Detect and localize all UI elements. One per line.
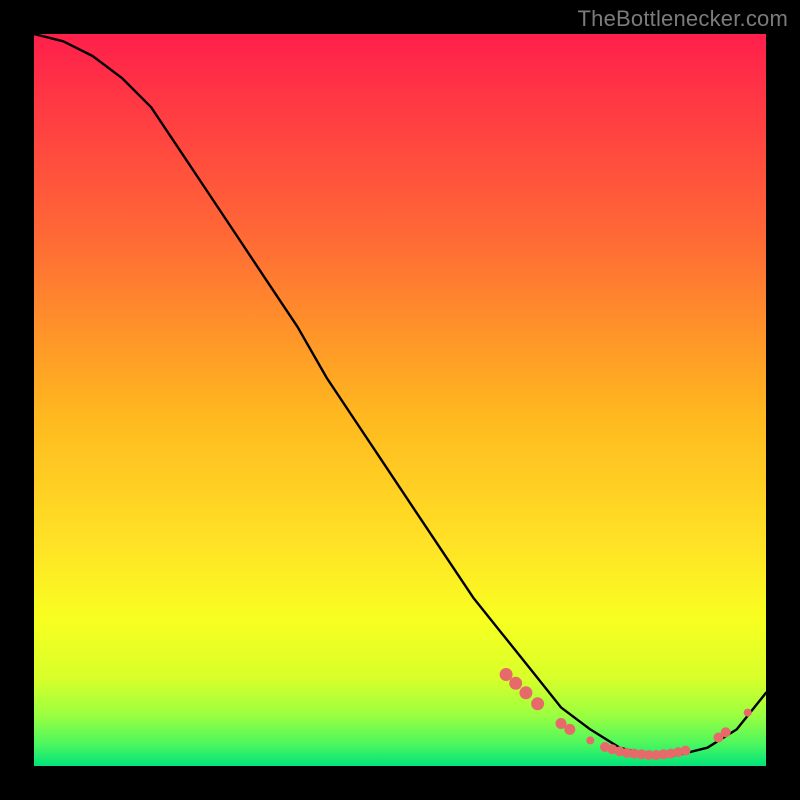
watermark-label: TheBottlenecker.com — [578, 6, 788, 32]
data-marker — [681, 746, 691, 756]
data-marker — [744, 709, 752, 717]
data-marker — [531, 697, 544, 710]
plot-area — [34, 34, 766, 766]
gradient-background — [34, 34, 766, 766]
data-marker — [586, 736, 594, 744]
data-marker — [564, 724, 575, 735]
data-marker — [500, 668, 513, 681]
data-marker — [721, 727, 731, 737]
chart-svg — [34, 34, 766, 766]
chart-container: TheBottlenecker.com — [0, 0, 800, 800]
data-marker — [509, 677, 522, 690]
data-marker — [519, 686, 532, 699]
